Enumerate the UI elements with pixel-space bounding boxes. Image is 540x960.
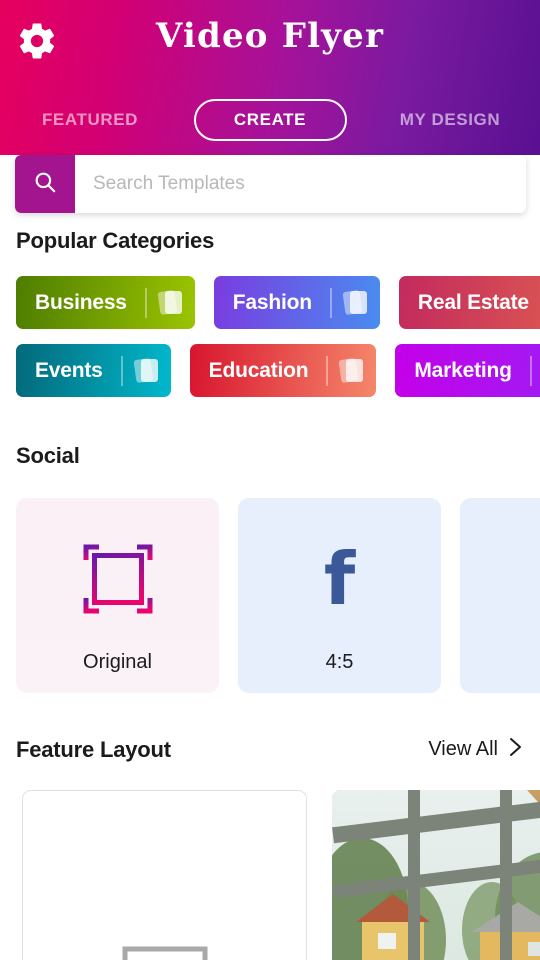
category-chip-events[interactable]: Events bbox=[16, 344, 171, 397]
social-card-original[interactable]: Original bbox=[16, 498, 219, 693]
search-card bbox=[15, 155, 526, 213]
tab-featured[interactable]: FEATURED bbox=[0, 96, 180, 144]
popular-categories-title: Popular Categories bbox=[16, 228, 215, 253]
feature-card-photo[interactable] bbox=[332, 790, 540, 960]
app-screen: Video Flyer FEATURED CREATE MY DESIGN Se… bbox=[0, 0, 540, 960]
cards-icon bbox=[332, 276, 380, 329]
social-card-label: Original bbox=[83, 651, 152, 673]
category-chip-row-2: Events Education Marketing bbox=[0, 344, 540, 397]
cards-icon bbox=[147, 276, 195, 329]
search-icon bbox=[32, 169, 58, 200]
category-chip-education[interactable]: Education bbox=[189, 344, 377, 397]
tab-bar: FEATURED CREATE MY DESIGN bbox=[0, 96, 540, 144]
view-all-button[interactable]: View All bbox=[428, 735, 524, 764]
search-bar bbox=[15, 155, 526, 213]
app-header: Video Flyer FEATURED CREATE MY DESIGN bbox=[0, 0, 540, 155]
tab-create[interactable]: CREATE bbox=[193, 99, 347, 141]
feature-layout-section: Feature Layout View All bbox=[0, 735, 540, 960]
feature-layout-header: Feature Layout View All bbox=[0, 735, 540, 764]
cards-icon bbox=[123, 344, 171, 397]
category-chip-row-1: Business Fashion Real Estate bbox=[0, 276, 540, 329]
category-chip-label: Marketing bbox=[414, 358, 512, 382]
category-chip-label: Events bbox=[35, 358, 103, 382]
popular-categories-section: Popular Categories Business Fashion Real… bbox=[0, 228, 540, 412]
social-card-4-5[interactable]: f 4:5 bbox=[238, 498, 441, 693]
social-card-label: 2:3 bbox=[460, 651, 540, 674]
category-chip-label: Fashion bbox=[232, 290, 312, 314]
feature-card-placeholder[interactable] bbox=[22, 790, 307, 960]
social-title: Social bbox=[16, 443, 80, 468]
social-card-label: 4:5 bbox=[325, 651, 354, 673]
search-button[interactable] bbox=[15, 155, 75, 213]
app-title: Video Flyer bbox=[155, 16, 385, 56]
cards-icon bbox=[328, 344, 376, 397]
crop-frame-icon bbox=[82, 543, 154, 615]
social-section: Social Original f 4:5 bbox=[0, 443, 540, 693]
living-room-photo bbox=[332, 790, 540, 960]
tab-create-wrapper: CREATE bbox=[180, 99, 360, 141]
image-placeholder-icon bbox=[117, 885, 213, 960]
social-card-2-3[interactable]: f 2:3 bbox=[460, 498, 540, 693]
category-chip-label: Education bbox=[208, 358, 309, 382]
search-input[interactable] bbox=[75, 156, 526, 212]
facebook-glyph: f bbox=[323, 537, 356, 621]
category-chip-rows: Business Fashion Real Estate Events Educ… bbox=[0, 276, 540, 397]
category-chip-fashion[interactable]: Fashion bbox=[213, 276, 380, 329]
tab-my-design[interactable]: MY DESIGN bbox=[360, 96, 540, 144]
feature-card-row bbox=[0, 790, 540, 960]
category-chip-business[interactable]: Business bbox=[16, 276, 195, 329]
feature-layout-title: Feature Layout bbox=[16, 736, 171, 762]
category-chip-marketing[interactable]: Marketing bbox=[395, 344, 540, 397]
view-all-label: View All bbox=[428, 738, 498, 760]
cards-icon bbox=[532, 344, 540, 397]
category-chip-real-estate[interactable]: Real Estate bbox=[398, 276, 540, 329]
facebook-icon: f bbox=[324, 543, 355, 615]
category-chip-label: Business bbox=[35, 290, 127, 314]
social-card-row: Original f 4:5 f 2:3 bbox=[0, 498, 540, 693]
chevron-right-icon bbox=[507, 735, 524, 764]
category-chip-label: Real Estate bbox=[417, 290, 529, 314]
